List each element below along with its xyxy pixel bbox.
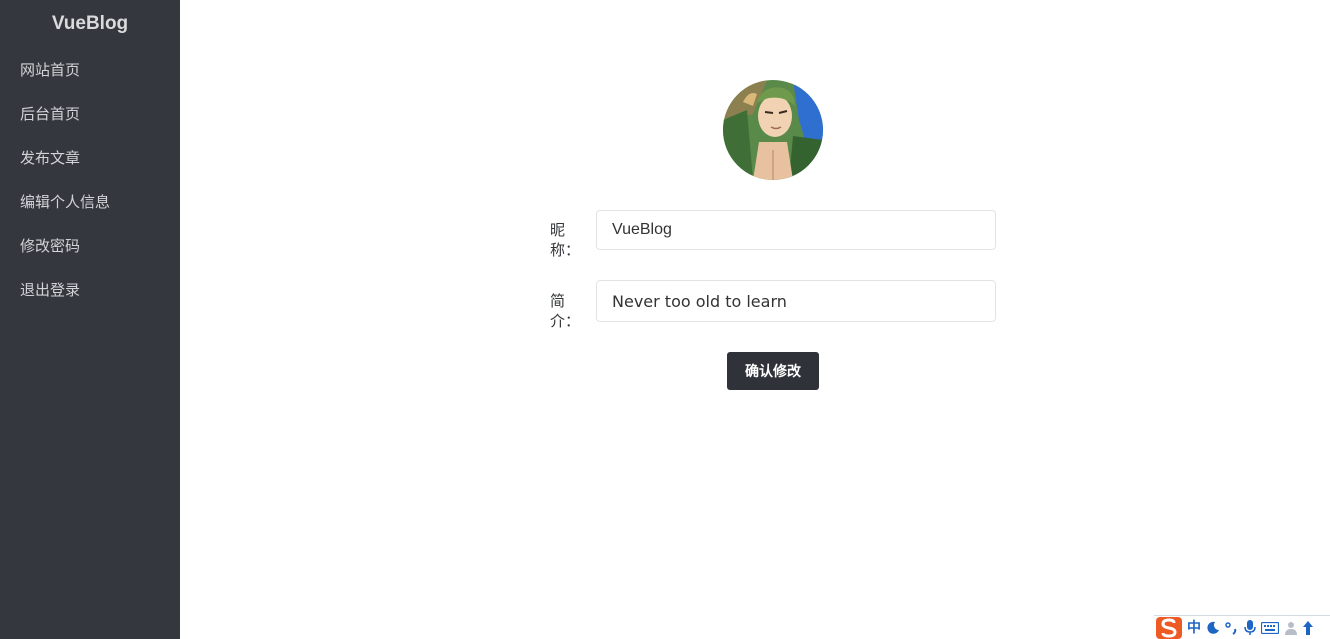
nickname-label: 昵称：: [550, 221, 581, 259]
sidebar-item-site-home[interactable]: 网站首页: [0, 48, 180, 92]
sidebar-item-publish-article[interactable]: 发布文章: [0, 136, 180, 180]
microphone-icon[interactable]: [1244, 618, 1256, 638]
keyboard-icon[interactable]: [1261, 618, 1279, 638]
sidebar-item-admin-home[interactable]: 后台首页: [0, 92, 180, 136]
user-icon[interactable]: [1284, 618, 1298, 638]
punctuation-icon[interactable]: [1225, 618, 1239, 638]
sidebar-item-edit-profile[interactable]: 编辑个人信息: [0, 180, 180, 224]
ime-language-toggle[interactable]: 中: [1187, 618, 1201, 638]
nickname-input[interactable]: [596, 210, 996, 250]
avatar[interactable]: [723, 80, 823, 180]
upload-icon[interactable]: [1303, 618, 1313, 638]
profile-edit-panel: 昵称： 简介： 确认修改: [180, 0, 1330, 639]
sidebar-item-logout[interactable]: 退出登录: [0, 268, 180, 312]
sidebar-item-change-password[interactable]: 修改密码: [0, 224, 180, 268]
sidebar-nav: 网站首页 后台首页 发布文章 编辑个人信息 修改密码 退出登录: [0, 48, 180, 312]
sidebar-brand[interactable]: VueBlog: [0, 11, 180, 37]
sogou-logo-icon[interactable]: [1156, 616, 1182, 639]
avatar-image: [723, 80, 823, 180]
intro-input[interactable]: [596, 280, 996, 322]
ime-toolbar: 中: [1154, 615, 1330, 639]
sidebar: VueBlog 网站首页 后台首页 发布文章 编辑个人信息 修改密码 退出登录: [0, 0, 180, 639]
confirm-edit-button[interactable]: 确认修改: [727, 352, 819, 390]
intro-label: 简介：: [550, 292, 581, 330]
moon-icon[interactable]: [1206, 618, 1220, 638]
